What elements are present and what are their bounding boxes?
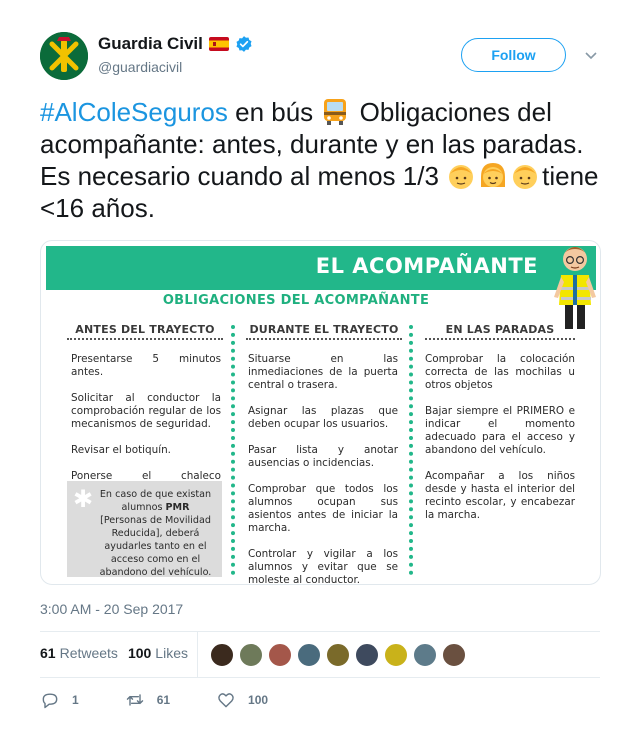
pmr-note-box: ✱ En caso de que existan alumnos PMR [Pe…: [67, 481, 222, 579]
retweet-count: 61: [156, 693, 171, 707]
liker-avatar[interactable]: [413, 643, 437, 667]
note-bold: PMR: [165, 502, 190, 513]
spain-flag-icon: [208, 37, 229, 51]
tweet-header: Guardia Civil @guardiacivil Follow: [40, 30, 600, 86]
retweet-button[interactable]: 61: [125, 690, 170, 710]
list-item: Asignar las plazas que deben ocupar los …: [248, 405, 398, 430]
divider: [246, 338, 402, 340]
tweet-text: #AlColeSeguros en bús Obligaciones del a…: [40, 96, 600, 224]
tweet-media-image[interactable]: EL ACOMPAÑANTE OBLIGACIONES DEL ACOMPAÑA…: [40, 240, 601, 585]
column-paradas: Comprobar la colocación correcta de las …: [425, 353, 575, 535]
boy-emoji-icon: [446, 161, 476, 191]
liker-avatar[interactable]: [355, 643, 379, 667]
retweets-label: Retweets: [59, 645, 118, 661]
likes-label: Likes: [155, 645, 188, 661]
retweet-icon: [126, 694, 143, 706]
guardia-civil-emblem-icon: [40, 32, 88, 80]
heart-icon: [218, 693, 234, 708]
liker-avatar[interactable]: [239, 643, 263, 667]
asterisk-icon: ✱: [73, 485, 94, 513]
list-item: Situarse en las inmediaciones de la puer…: [248, 353, 398, 391]
follow-button[interactable]: Follow: [461, 38, 566, 72]
reply-button[interactable]: 1: [40, 690, 79, 710]
like-count: 100: [248, 693, 269, 707]
liker-avatar[interactable]: [210, 643, 234, 667]
divider: [40, 631, 600, 632]
like-button[interactable]: 100: [216, 690, 268, 710]
guard-mascot-icon: [554, 247, 596, 329]
infographic-banner: EL ACOMPAÑANTE: [46, 246, 596, 290]
divider: [197, 631, 198, 677]
reply-icon: [42, 693, 58, 709]
note-text-part: En caso de que existan alumnos: [99, 489, 212, 513]
pmr-note-text: En caso de que existan alumnos PMR [Pers…: [97, 488, 214, 579]
retweets-count: 61: [40, 645, 56, 661]
retweets-stat[interactable]: 61 Retweets: [40, 645, 118, 661]
display-name[interactable]: Guardia Civil: [98, 34, 203, 54]
liker-avatar[interactable]: [442, 643, 466, 667]
tweet-actions: 1 61 100: [40, 690, 314, 710]
column-heading: DURANTE EL TRAYECTO: [249, 323, 399, 336]
avatar[interactable]: [40, 32, 88, 80]
divider: [67, 338, 223, 340]
liker-avatar[interactable]: [268, 643, 292, 667]
column-divider: [231, 325, 235, 575]
liker-avatar[interactable]: [384, 643, 408, 667]
liker-avatar[interactable]: [297, 643, 321, 667]
list-item: Solicitar al conductor la comprobación r…: [71, 392, 221, 430]
column-heading: ANTES DEL TRAYECTO: [75, 323, 215, 336]
name-row: Guardia Civil: [98, 34, 253, 54]
list-item: Presentarse 5 minutos antes.: [71, 353, 221, 378]
likes-count: 100: [127, 645, 152, 661]
handle: @guardiacivil: [98, 59, 183, 75]
liker-avatar[interactable]: [326, 643, 350, 667]
boy-emoji-icon: [510, 161, 540, 191]
list-item: Pasar lista y anotar ausencias o inciden…: [248, 444, 398, 469]
likes-stat[interactable]: 100 Likes: [128, 645, 188, 661]
tweet-text-part: en bús: [227, 97, 321, 127]
divider: [40, 677, 600, 678]
girl-emoji-icon: [478, 161, 508, 191]
list-item: Revisar el botiquín.: [71, 444, 171, 456]
list-item: Acompañar a los niños desde y hasta el i…: [425, 470, 575, 521]
column-divider: [409, 325, 413, 575]
list-item: Controlar y vigilar a los alumnos y evit…: [248, 548, 398, 585]
list-item: Comprobar que todos los alumnos ocupan s…: [248, 483, 398, 534]
list-item: Comprobar la colocación correcta de las …: [425, 353, 575, 391]
bus-emoji-icon: [320, 97, 350, 127]
column-durante: Situarse en las inmediaciones de la puer…: [248, 353, 398, 585]
verified-badge-icon: [235, 35, 253, 53]
infographic-title: EL ACOMPAÑANTE: [315, 254, 538, 278]
liker-avatars: [210, 643, 466, 667]
infographic-subtitle: OBLIGACIONES DEL ACOMPAÑANTE: [162, 293, 430, 308]
chevron-down-icon[interactable]: [584, 48, 598, 62]
hashtag-link[interactable]: #AlColeSeguros: [40, 97, 228, 127]
tweet-stats: 61 Retweets 100 Likes: [40, 645, 188, 661]
divider: [425, 338, 575, 340]
column-heading: EN LAS PARADAS: [445, 323, 555, 336]
list-item: Bajar siempre el PRIMERO e indicar el mo…: [425, 405, 575, 456]
reply-count: 1: [72, 693, 79, 707]
tweet-timestamp[interactable]: 3:00 AM - 20 Sep 2017: [40, 601, 183, 617]
